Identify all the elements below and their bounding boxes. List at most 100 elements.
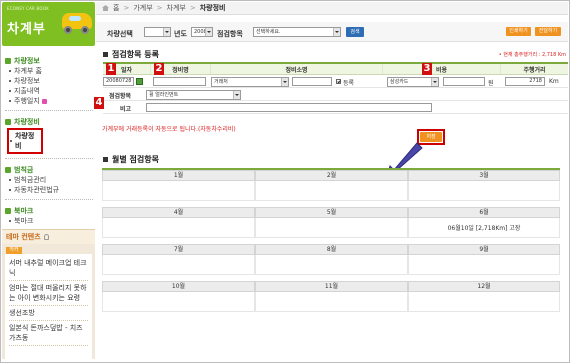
active-item-highlight: 차량정비 (7, 128, 43, 154)
year-select[interactable]: 2008 (191, 27, 213, 37)
month-header: 12월 (408, 281, 560, 292)
month-header: 5월 (255, 207, 408, 218)
maintenance-name-input[interactable] (153, 77, 206, 86)
month-cell (255, 181, 408, 201)
maintenance-entry[interactable]: 06월10일 [2,718Km] 고장 (448, 223, 521, 232)
payment-card-select[interactable]: 삼성카드 (387, 77, 439, 87)
km-unit: Km (549, 78, 559, 85)
breadcrumb-item[interactable]: 차계부 (167, 3, 186, 13)
step-marker: 1 (106, 63, 116, 75)
header-shop-name: 정비소명 (211, 64, 383, 74)
print-button[interactable]: 인쇄하기 (506, 27, 531, 36)
sidebar-item-car-info[interactable]: 차량정보 (9, 76, 95, 86)
form-row-main: 20080728 거래처 등록 삼성카드 원 2718 Km (103, 75, 568, 88)
register-section-title: 점검항목 등록 (103, 49, 159, 60)
month-header: 7월 (102, 244, 255, 255)
sidebar-item-fines[interactable]: 범칙금관리 (9, 175, 95, 185)
sidebar-item-expenses[interactable]: 지출내역 (9, 86, 95, 96)
register-form: 일자 정비명 정비소명 비용 주행거리 20080728 거래처 등록 삼성카드… (103, 62, 568, 114)
shop-select[interactable]: 거래처 (211, 77, 289, 87)
theme-item[interactable]: 생선조방 (9, 306, 88, 321)
theme-contents-box: 테마 컨텐츠 카카 서머 내추럴 메이크업 테크닉 엄마는 절대 떠올리지 못하… (2, 229, 95, 361)
total-distance-notice: • 현재 총주행거리 : 2,718 Km (498, 52, 566, 58)
group-icon (5, 58, 11, 64)
divider (5, 158, 93, 159)
month-header: 3월 (408, 170, 560, 181)
month-cell (102, 218, 255, 238)
chevron-down-icon (205, 28, 212, 36)
chevron-down-icon (431, 78, 438, 86)
form-row-note: 비고 (103, 101, 568, 114)
breadcrumb: 홈 > 가계부 > 차계부 > 차량정비 (96, 2, 568, 15)
month-cell (255, 218, 408, 238)
theme-item[interactable]: 엄마는 절대 떠올리지 못하는 아이 변화시키는 요령 (9, 281, 88, 306)
bullet-icon (103, 157, 108, 162)
date-input[interactable]: 20080728 (103, 77, 134, 86)
month-header: 2월 (255, 170, 408, 181)
theme-tab[interactable]: 카카 (6, 247, 22, 254)
register-checkbox[interactable] (336, 79, 341, 84)
search-button[interactable]: 검색 (346, 27, 364, 37)
share-button[interactable]: 전달하기 (535, 27, 561, 36)
chevron-down-icon (281, 78, 288, 86)
new-badge-icon (41, 98, 47, 104)
logo-subtitle: ECONSY CAR BOOK (7, 6, 49, 11)
month-cell (102, 255, 255, 275)
breadcrumb-item[interactable]: 가계부 (133, 3, 152, 13)
step-marker: 3 (422, 63, 432, 75)
year-label: 년도 (174, 30, 187, 38)
month-cell (102, 292, 255, 312)
theme-title: 테마 컨텐츠 (2, 230, 95, 244)
divider (5, 110, 93, 111)
month-header: 10월 (102, 281, 255, 292)
monthly-grid: 1월 2월 3월 4월 5월 6월 06월10일 [2,718Km] 고장 7월… (102, 168, 560, 317)
filter-toolbar: 차량선택 년도 2008 점검항목 선택하세요. 검색 인쇄하기 전달하기 (96, 22, 568, 42)
bulb-icon (43, 234, 49, 240)
month-cell (408, 181, 560, 201)
home-icon[interactable] (102, 5, 109, 11)
nav-group-car-info: 차량정보 (5, 56, 95, 66)
monthly-section-title: 월별 점검항목 (103, 154, 159, 165)
sidebar-item-bookmark[interactable]: 북마크 (9, 216, 95, 226)
header-cost: 비용 (383, 64, 501, 74)
chevron-down-icon (163, 28, 170, 36)
distance-input[interactable]: 2718 (505, 77, 545, 86)
sidebar-item-laws[interactable]: 자동차관련법규 (9, 185, 95, 195)
month-cell (408, 255, 560, 275)
step-marker: 4 (94, 97, 104, 109)
auto-register-warning: 가계부에 거래등록이 자동으로 됩니다.(자동차수리비) (102, 126, 236, 133)
month-header: 1월 (102, 170, 255, 181)
sidebar-item-driving-log[interactable]: 주행일지 (9, 96, 95, 106)
nav-group-maintenance: 차량정비 (5, 117, 95, 127)
note-label: 비고 (120, 106, 132, 113)
month-cell (255, 255, 408, 275)
month-header: 9월 (408, 244, 560, 255)
breadcrumb-home[interactable]: 홈 (113, 3, 119, 13)
sidebar-item-maintenance[interactable]: 차량정비 (10, 131, 40, 151)
car-select[interactable] (144, 27, 171, 37)
month-cell (102, 181, 255, 201)
logo-title: 차계부 (7, 22, 46, 37)
note-input[interactable] (146, 103, 432, 112)
form-row-item: 점검항목 휠 얼라인먼트 (103, 88, 568, 101)
won-unit: 원 (488, 80, 494, 87)
shop-name-input[interactable] (292, 77, 332, 86)
theme-item[interactable]: 서머 내추럴 메이크업 테크닉 (9, 256, 88, 281)
header-distance: 주행거리 (523, 66, 546, 74)
cost-input[interactable] (443, 77, 485, 86)
month-header: 11월 (255, 281, 408, 292)
main-content: 홈 > 가계부 > 차계부 > 차량정비 차량선택 년도 2008 점검항목 선… (94, 2, 568, 360)
sidebar-nav: 차량정보 차계부 홈 차량정보 지출내역 주행일지 차량정비 차량정비 범칙금 … (2, 46, 95, 226)
logo[interactable]: ECONSY CAR BOOK 차계부 (2, 2, 95, 46)
nav-group-fines: 범칙금 (5, 165, 95, 175)
month-cell (408, 292, 560, 312)
theme-list: 서머 내추럴 메이크업 테크닉 엄마는 절대 떠올리지 못하는 아이 변화시키는… (5, 254, 92, 361)
category-select[interactable]: 선택하세요. (253, 27, 341, 37)
item-select[interactable]: 휠 얼라인먼트 (146, 90, 241, 100)
month-header: 6월 (408, 207, 560, 218)
group-icon (5, 119, 11, 125)
calendar-icon[interactable] (136, 78, 143, 85)
car-select-label: 차량선택 (107, 30, 133, 38)
theme-item[interactable]: 일본식 돈까스덮밥 - 치즈 가츠동 (9, 321, 88, 346)
sidebar-item-home[interactable]: 차계부 홈 (9, 66, 95, 76)
